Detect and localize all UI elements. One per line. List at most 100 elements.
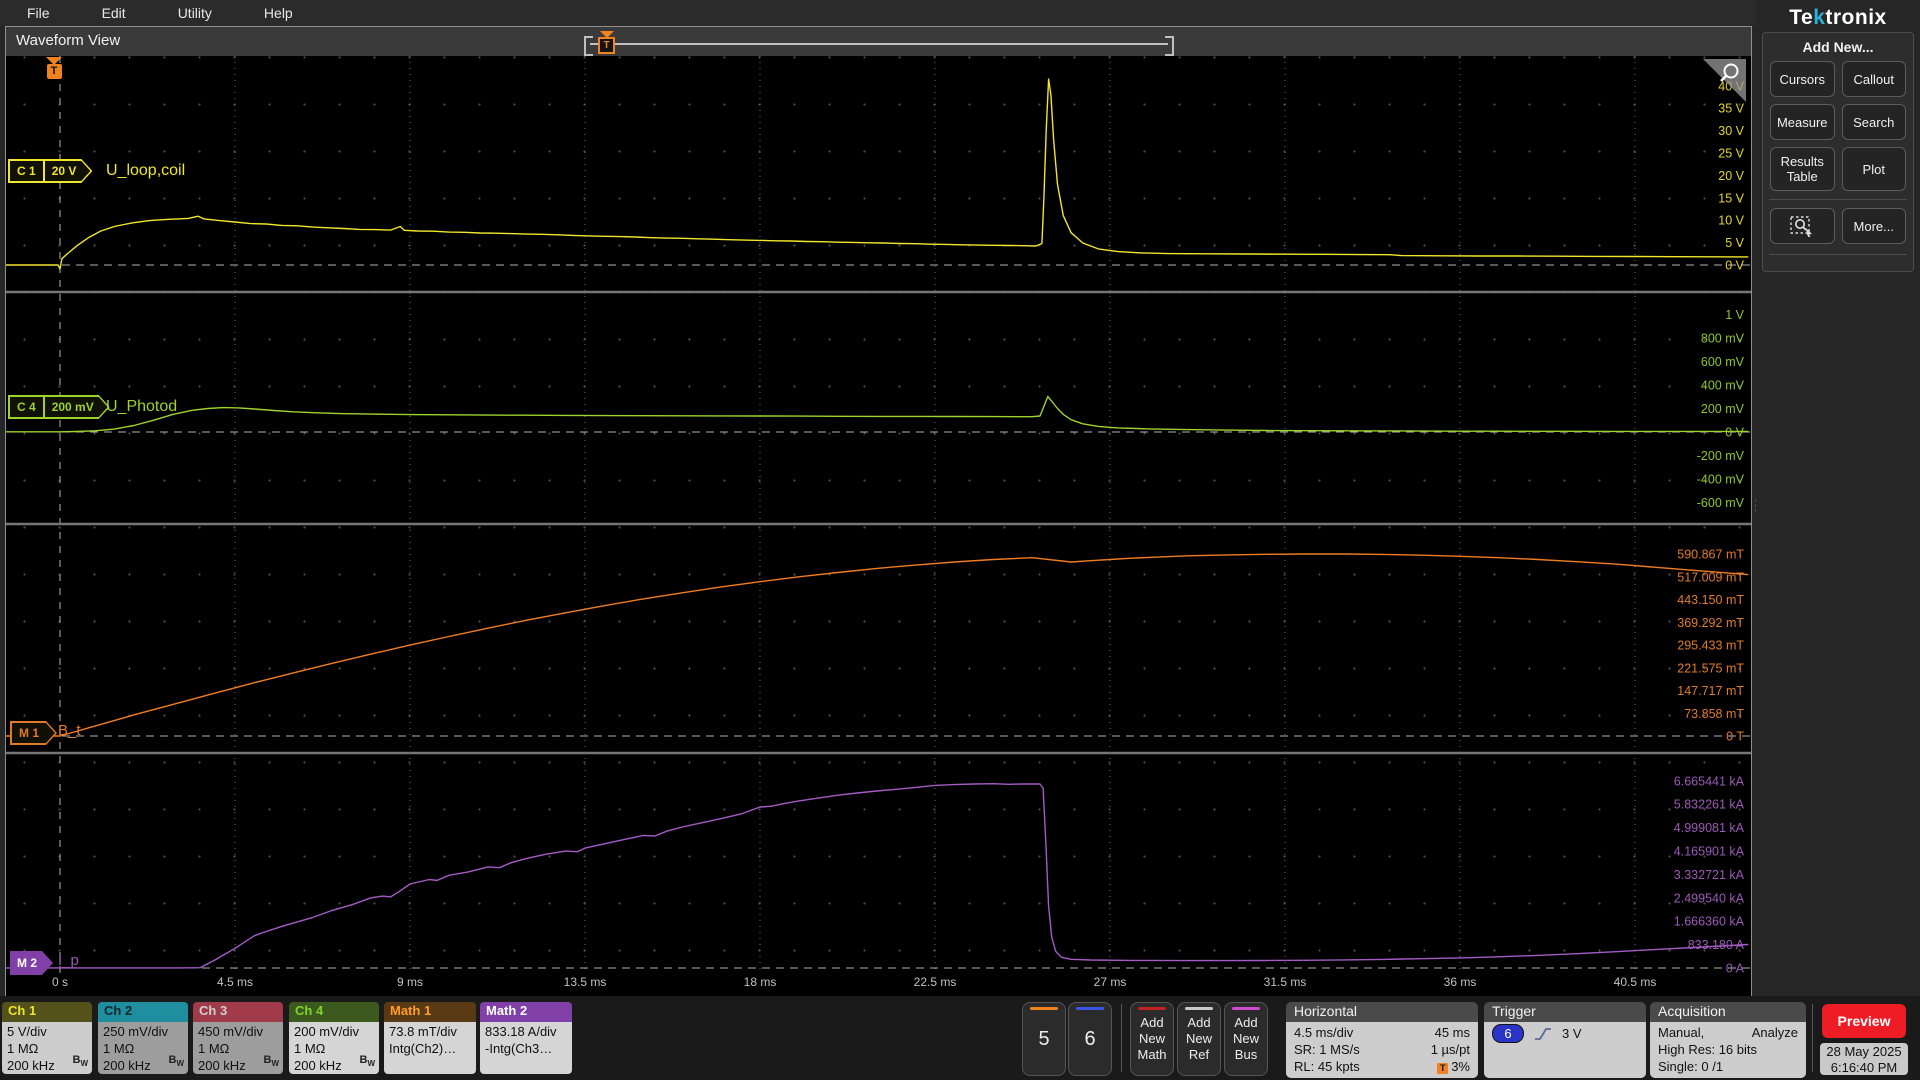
callout-button[interactable]: Callout: [1841, 61, 1906, 97]
channel-card-ch2[interactable]: Ch 2 250 mV/div 1 MΩ 200 kHz BW: [98, 1002, 188, 1074]
acquisition-panel[interactable]: Acquisition Manual, Analyze High Res: 16 …: [1650, 1002, 1806, 1078]
trigger-position-flag[interactable]: T: [46, 57, 62, 79]
y-axis-label-ch4: 400 mV: [1701, 379, 1745, 393]
x-axis-label: 18 ms: [744, 975, 777, 989]
channel-scale: 200 mV/div: [294, 1024, 360, 1039]
zoom-select-button[interactable]: [1770, 208, 1835, 244]
search-button[interactable]: Search: [1841, 104, 1906, 140]
y-axis-label-ch4: -200 mV: [1697, 449, 1745, 463]
horizontal-position-scrollbar[interactable]: T: [584, 30, 1174, 56]
y-axis-label-ch1: 15 V: [1718, 191, 1744, 205]
more-button[interactable]: More...: [1841, 208, 1906, 244]
zoom-glass-icon: [1703, 59, 1746, 102]
menu-file[interactable]: File: [27, 5, 50, 21]
y-axis-label-math1: 0 T: [1726, 730, 1744, 744]
channel-card-ch1[interactable]: Ch 1 5 V/div 1 MΩ 200 kHz BW: [2, 1002, 92, 1074]
preview-run-button[interactable]: Preview: [1822, 1004, 1906, 1038]
y-axis-label-ch1: 30 V: [1718, 124, 1744, 138]
trace-label-c1[interactable]: U_loop,coil: [106, 162, 185, 180]
y-axis-label-math2: 5.832261 kA: [1674, 798, 1745, 812]
acquisition-single-count: Single: 0 /1: [1658, 1059, 1724, 1074]
menu-edit[interactable]: Edit: [102, 5, 126, 21]
math-card-math2[interactable]: Math 2 833.18 A/div -Intg(Ch3…: [480, 1002, 572, 1074]
y-axis-label-ch1: 10 V: [1718, 214, 1744, 228]
divider: [1121, 1004, 1122, 1072]
trace-math2[interactable]: [6, 783, 1749, 969]
scrollbar-right-bracket: [1165, 36, 1174, 56]
trace-ch4[interactable]: [6, 395, 1749, 433]
channel-card-ch4[interactable]: Ch 4 200 mV/div 1 MΩ 200 kHz BW: [289, 1002, 379, 1074]
channel-scale: 250 mV/div: [103, 1024, 169, 1039]
horizontal-panel[interactable]: Horizontal 4.5 ms/div 45 ms SR: 1 MS/s 1 µ…: [1286, 1002, 1478, 1078]
slot-button-6[interactable]: 6: [1068, 1002, 1112, 1076]
date-label: 28 May 2025: [1826, 1044, 1902, 1059]
trigger-t-icon: T: [1437, 1063, 1449, 1074]
math-card-math1[interactable]: Math 1 73.8 mT/div Intg(Ch2)…: [384, 1002, 476, 1074]
x-axis-label: 22.5 ms: [914, 975, 957, 989]
slot-color-stripe: [1076, 1007, 1104, 1010]
rising-edge-icon: [1535, 1027, 1551, 1040]
add-new-ref-button[interactable]: Add New Ref: [1177, 1002, 1221, 1076]
trace-label-c4[interactable]: U_Photod: [106, 398, 177, 416]
acquisition-resolution: High Res: 16 bits: [1658, 1042, 1757, 1057]
y-axis-label-ch4: 1 V: [1725, 308, 1744, 322]
math-badge-m1[interactable]: M 1: [10, 721, 57, 745]
scrollbar-left-bracket: [584, 36, 593, 56]
channel-scale: 5 V/div: [7, 1024, 47, 1039]
slot-button-5[interactable]: 5: [1022, 1002, 1066, 1076]
scrollbar-track[interactable]: [590, 43, 1168, 45]
plot-button[interactable]: Plot: [1841, 147, 1906, 191]
y-axis-label-math1: 221.575 mT: [1677, 661, 1744, 675]
math-color-stripe: [1138, 1007, 1166, 1010]
trigger-level: 3 V: [1562, 1026, 1582, 1041]
trigger-t-icon: T: [46, 64, 62, 79]
trace-math1[interactable]: [6, 553, 1749, 737]
badge-channel-id: M 1: [19, 726, 40, 740]
math-expression: Intg(Ch2)…: [389, 1041, 457, 1056]
y-axis-label-math2: 0 A: [1726, 962, 1745, 976]
trigger-source-badge: 6: [1492, 1024, 1524, 1043]
y-axis-label-math2: 3.332721 kA: [1674, 868, 1745, 882]
graticule[interactable]: 40 V35 V30 V25 V20 V15 V10 V5 V0 V1 V800…: [6, 56, 1751, 996]
menu-help[interactable]: Help: [264, 5, 293, 21]
sample-rate: SR: 1 MS/s: [1294, 1042, 1360, 1057]
minimap-trigger-marker[interactable]: T: [598, 31, 615, 54]
horizontal-panel-title: Horizontal: [1286, 1002, 1478, 1022]
math-card-header: Math 2: [480, 1002, 572, 1022]
channel-badge-c4[interactable]: C 4 200 mV: [8, 395, 110, 419]
acquisition-analyze: Analyze: [1751, 1025, 1798, 1040]
bandwidth-limit-badge: BW: [168, 1053, 184, 1068]
x-axis-label: 36 ms: [1444, 975, 1477, 989]
add-new-math-button[interactable]: Add New Math: [1130, 1002, 1174, 1076]
add-new-bus-button[interactable]: Add New Bus: [1224, 1002, 1268, 1076]
cursors-button[interactable]: Cursors: [1770, 61, 1835, 97]
trigger-panel[interactable]: Trigger 6 3 V: [1484, 1002, 1646, 1078]
channel-badge-c1[interactable]: C 1 20 V: [8, 159, 92, 183]
y-axis-label-math1: 295.433 mT: [1677, 639, 1744, 653]
date-time-display[interactable]: 28 May 2025 6:16:40 PM: [1820, 1043, 1908, 1075]
y-axis-label-ch4: 0 V: [1725, 426, 1744, 440]
zoom-corner-button[interactable]: [1701, 58, 1747, 109]
y-axis-label-ch1: 0 V: [1725, 259, 1744, 273]
trace-label-m2[interactable]: I_p: [58, 952, 79, 969]
horizontal-scale: 4.5 ms/div: [1294, 1025, 1354, 1040]
trace-label-m1[interactable]: B_t: [58, 722, 81, 739]
acquisition-panel-title: Acquisition: [1650, 1002, 1806, 1022]
math-card-header: Math 1: [384, 1002, 476, 1022]
acquisition-mode: Manual,: [1658, 1025, 1705, 1040]
bus-color-stripe: [1232, 1007, 1260, 1010]
results-table-button[interactable]: Results Table: [1770, 147, 1835, 191]
divider: [1769, 254, 1907, 255]
record-length: RL: 45 kpts: [1294, 1059, 1360, 1074]
channel-card-ch3[interactable]: Ch 3 450 mV/div 1 MΩ 200 kHz BW: [193, 1002, 283, 1074]
trace-ch1[interactable]: [6, 78, 1749, 270]
slot-color-stripe: [1030, 1007, 1058, 1010]
zoom-select-icon: [1790, 216, 1813, 237]
channel-card-header: Ch 3: [193, 1002, 283, 1022]
channel-scale: 450 mV/div: [198, 1024, 264, 1039]
menu-utility[interactable]: Utility: [178, 5, 212, 21]
bandwidth-limit-badge: BW: [359, 1053, 375, 1068]
measure-button[interactable]: Measure: [1770, 104, 1835, 140]
y-axis-label-math1: 147.717 mT: [1677, 684, 1744, 698]
trigger-position-percent: T 3%: [1437, 1058, 1470, 1075]
